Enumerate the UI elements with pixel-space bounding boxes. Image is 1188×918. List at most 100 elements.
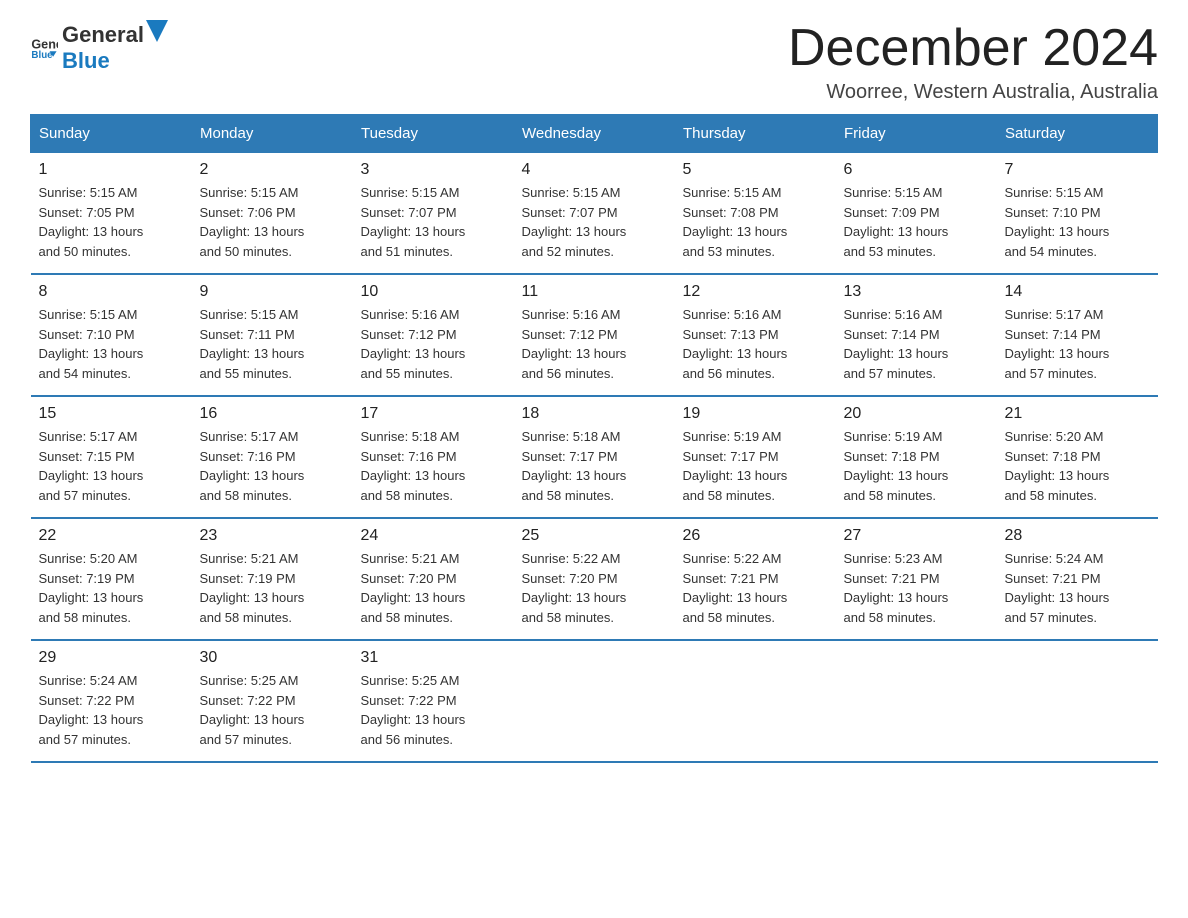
logo-general: General	[62, 22, 144, 48]
calendar-week-row: 15 Sunrise: 5:17 AMSunset: 7:15 PMDaylig…	[31, 396, 1158, 518]
day-info: Sunrise: 5:16 AMSunset: 7:14 PMDaylight:…	[844, 305, 989, 383]
day-info: Sunrise: 5:15 AMSunset: 7:09 PMDaylight:…	[844, 183, 989, 261]
calendar-header-row: SundayMondayTuesdayWednesdayThursdayFrid…	[31, 115, 1158, 153]
day-number: 24	[361, 527, 506, 545]
day-number: 9	[200, 283, 345, 301]
day-number: 28	[1005, 527, 1150, 545]
calendar-cell: 21 Sunrise: 5:20 AMSunset: 7:18 PMDaylig…	[997, 396, 1158, 518]
day-number: 23	[200, 527, 345, 545]
day-number: 7	[1005, 161, 1150, 179]
calendar-cell: 2 Sunrise: 5:15 AMSunset: 7:06 PMDayligh…	[192, 153, 353, 275]
calendar-cell: 29 Sunrise: 5:24 AMSunset: 7:22 PMDaylig…	[31, 640, 192, 762]
calendar-cell: 22 Sunrise: 5:20 AMSunset: 7:19 PMDaylig…	[31, 518, 192, 640]
calendar-cell	[514, 640, 675, 762]
logo-icon: General Blue	[30, 33, 58, 61]
day-number: 22	[39, 527, 184, 545]
day-info: Sunrise: 5:15 AMSunset: 7:07 PMDaylight:…	[361, 183, 506, 261]
day-number: 15	[39, 405, 184, 423]
calendar-header-tuesday: Tuesday	[353, 115, 514, 153]
calendar-cell: 25 Sunrise: 5:22 AMSunset: 7:20 PMDaylig…	[514, 518, 675, 640]
calendar-header-saturday: Saturday	[997, 115, 1158, 153]
calendar-cell: 15 Sunrise: 5:17 AMSunset: 7:15 PMDaylig…	[31, 396, 192, 518]
day-number: 21	[1005, 405, 1150, 423]
calendar-cell: 18 Sunrise: 5:18 AMSunset: 7:17 PMDaylig…	[514, 396, 675, 518]
day-info: Sunrise: 5:24 AMSunset: 7:21 PMDaylight:…	[1005, 549, 1150, 627]
calendar-week-row: 22 Sunrise: 5:20 AMSunset: 7:19 PMDaylig…	[31, 518, 1158, 640]
day-info: Sunrise: 5:25 AMSunset: 7:22 PMDaylight:…	[361, 671, 506, 749]
day-number: 2	[200, 161, 345, 179]
day-info: Sunrise: 5:18 AMSunset: 7:16 PMDaylight:…	[361, 427, 506, 505]
day-number: 30	[200, 649, 345, 667]
day-number: 5	[683, 161, 828, 179]
day-number: 11	[522, 283, 667, 301]
page-subtitle: Woorree, Western Australia, Australia	[788, 81, 1158, 104]
day-info: Sunrise: 5:22 AMSunset: 7:21 PMDaylight:…	[683, 549, 828, 627]
day-number: 27	[844, 527, 989, 545]
day-number: 19	[683, 405, 828, 423]
day-info: Sunrise: 5:15 AMSunset: 7:10 PMDaylight:…	[1005, 183, 1150, 261]
day-number: 3	[361, 161, 506, 179]
day-number: 18	[522, 405, 667, 423]
day-number: 1	[39, 161, 184, 179]
page-header: General Blue General Blue December 2024 …	[30, 20, 1158, 104]
day-number: 20	[844, 405, 989, 423]
calendar-week-row: 29 Sunrise: 5:24 AMSunset: 7:22 PMDaylig…	[31, 640, 1158, 762]
calendar-cell: 28 Sunrise: 5:24 AMSunset: 7:21 PMDaylig…	[997, 518, 1158, 640]
day-info: Sunrise: 5:15 AMSunset: 7:06 PMDaylight:…	[200, 183, 345, 261]
page-title: December 2024	[788, 20, 1158, 77]
calendar-cell: 1 Sunrise: 5:15 AMSunset: 7:05 PMDayligh…	[31, 153, 192, 275]
calendar-header-sunday: Sunday	[31, 115, 192, 153]
day-number: 17	[361, 405, 506, 423]
calendar-cell: 5 Sunrise: 5:15 AMSunset: 7:08 PMDayligh…	[675, 153, 836, 275]
calendar-header-friday: Friday	[836, 115, 997, 153]
calendar-cell: 9 Sunrise: 5:15 AMSunset: 7:11 PMDayligh…	[192, 274, 353, 396]
day-number: 25	[522, 527, 667, 545]
day-info: Sunrise: 5:24 AMSunset: 7:22 PMDaylight:…	[39, 671, 184, 749]
day-info: Sunrise: 5:16 AMSunset: 7:13 PMDaylight:…	[683, 305, 828, 383]
calendar-cell: 30 Sunrise: 5:25 AMSunset: 7:22 PMDaylig…	[192, 640, 353, 762]
svg-text:General: General	[31, 37, 58, 51]
calendar-cell: 6 Sunrise: 5:15 AMSunset: 7:09 PMDayligh…	[836, 153, 997, 275]
calendar-cell: 19 Sunrise: 5:19 AMSunset: 7:17 PMDaylig…	[675, 396, 836, 518]
day-info: Sunrise: 5:16 AMSunset: 7:12 PMDaylight:…	[361, 305, 506, 383]
day-number: 4	[522, 161, 667, 179]
calendar-week-row: 8 Sunrise: 5:15 AMSunset: 7:10 PMDayligh…	[31, 274, 1158, 396]
day-number: 13	[844, 283, 989, 301]
svg-text:Blue: Blue	[31, 50, 53, 61]
calendar-cell: 26 Sunrise: 5:22 AMSunset: 7:21 PMDaylig…	[675, 518, 836, 640]
day-number: 31	[361, 649, 506, 667]
calendar-cell: 13 Sunrise: 5:16 AMSunset: 7:14 PMDaylig…	[836, 274, 997, 396]
day-info: Sunrise: 5:21 AMSunset: 7:20 PMDaylight:…	[361, 549, 506, 627]
calendar-cell: 24 Sunrise: 5:21 AMSunset: 7:20 PMDaylig…	[353, 518, 514, 640]
day-info: Sunrise: 5:20 AMSunset: 7:19 PMDaylight:…	[39, 549, 184, 627]
calendar-cell: 3 Sunrise: 5:15 AMSunset: 7:07 PMDayligh…	[353, 153, 514, 275]
day-info: Sunrise: 5:21 AMSunset: 7:19 PMDaylight:…	[200, 549, 345, 627]
logo-blue: Blue	[62, 48, 110, 73]
calendar-header-thursday: Thursday	[675, 115, 836, 153]
day-info: Sunrise: 5:17 AMSunset: 7:15 PMDaylight:…	[39, 427, 184, 505]
day-info: Sunrise: 5:15 AMSunset: 7:10 PMDaylight:…	[39, 305, 184, 383]
calendar-cell	[675, 640, 836, 762]
calendar-cell	[836, 640, 997, 762]
day-info: Sunrise: 5:15 AMSunset: 7:11 PMDaylight:…	[200, 305, 345, 383]
day-number: 12	[683, 283, 828, 301]
day-info: Sunrise: 5:22 AMSunset: 7:20 PMDaylight:…	[522, 549, 667, 627]
calendar-cell: 11 Sunrise: 5:16 AMSunset: 7:12 PMDaylig…	[514, 274, 675, 396]
day-info: Sunrise: 5:17 AMSunset: 7:16 PMDaylight:…	[200, 427, 345, 505]
calendar-cell	[997, 640, 1158, 762]
day-number: 8	[39, 283, 184, 301]
calendar-cell: 20 Sunrise: 5:19 AMSunset: 7:18 PMDaylig…	[836, 396, 997, 518]
calendar-table: SundayMondayTuesdayWednesdayThursdayFrid…	[30, 114, 1158, 763]
calendar-cell: 27 Sunrise: 5:23 AMSunset: 7:21 PMDaylig…	[836, 518, 997, 640]
day-info: Sunrise: 5:15 AMSunset: 7:05 PMDaylight:…	[39, 183, 184, 261]
calendar-cell: 17 Sunrise: 5:18 AMSunset: 7:16 PMDaylig…	[353, 396, 514, 518]
day-info: Sunrise: 5:23 AMSunset: 7:21 PMDaylight:…	[844, 549, 989, 627]
day-number: 16	[200, 405, 345, 423]
day-info: Sunrise: 5:19 AMSunset: 7:18 PMDaylight:…	[844, 427, 989, 505]
calendar-cell: 7 Sunrise: 5:15 AMSunset: 7:10 PMDayligh…	[997, 153, 1158, 275]
calendar-cell: 12 Sunrise: 5:16 AMSunset: 7:13 PMDaylig…	[675, 274, 836, 396]
calendar-cell: 16 Sunrise: 5:17 AMSunset: 7:16 PMDaylig…	[192, 396, 353, 518]
day-number: 6	[844, 161, 989, 179]
day-info: Sunrise: 5:18 AMSunset: 7:17 PMDaylight:…	[522, 427, 667, 505]
day-info: Sunrise: 5:25 AMSunset: 7:22 PMDaylight:…	[200, 671, 345, 749]
